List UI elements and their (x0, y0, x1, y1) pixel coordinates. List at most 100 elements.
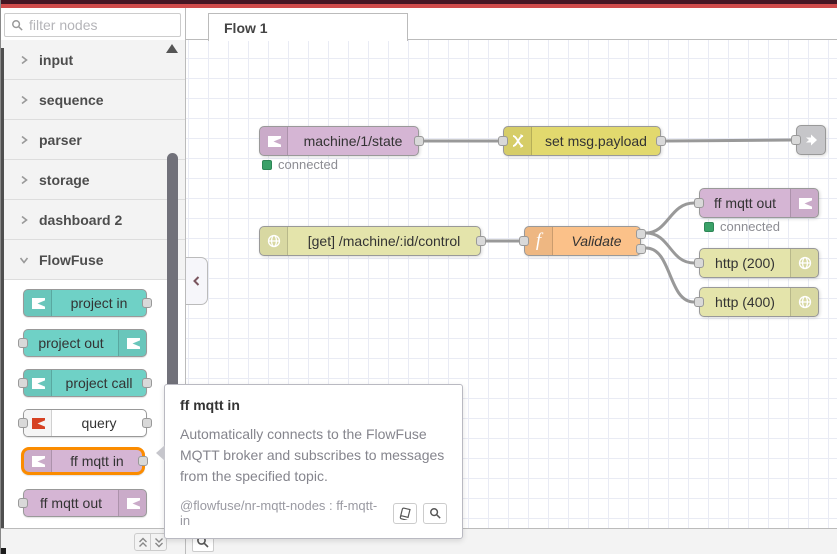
palette-node-label: query (81, 415, 117, 431)
ff-mqtt-icon (260, 127, 288, 155)
node-link-out[interactable] (791, 125, 826, 155)
query-icon (24, 410, 52, 436)
node-function-validate[interactable]: f Validate (519, 226, 646, 256)
node-label: Validate (571, 233, 622, 249)
chevron-right-icon (21, 175, 28, 184)
input-port[interactable] (519, 236, 529, 246)
node-label: [get] /machine/:id/control (307, 233, 461, 249)
magnifier-icon (429, 507, 441, 519)
search-icon (12, 19, 23, 31)
palette-node-project-call[interactable]: project call (18, 369, 152, 397)
palette-scroll-up-icon[interactable] (166, 44, 178, 53)
node-status: connected (704, 219, 780, 234)
node-mqtt-in-machine-state[interactable]: machine/1/state (259, 126, 424, 156)
chevron-down-icon (19, 257, 29, 264)
ff-mqtt-icon (24, 450, 52, 472)
filter-nodes-box (4, 13, 181, 37)
category-label: parser (39, 131, 82, 148)
input-port[interactable] (694, 258, 704, 268)
palette-node-label: project out (38, 335, 104, 351)
ff-mqtt-icon (118, 490, 146, 516)
input-port[interactable] (498, 136, 508, 146)
globe-icon (260, 227, 288, 255)
node-http-response-200[interactable]: http (200) (694, 248, 819, 278)
window-corner (1, 548, 6, 554)
chevron-right-icon (21, 135, 28, 144)
chevron-left-icon (193, 276, 200, 286)
tab-label: Flow 1 (224, 19, 268, 36)
chevron-right-icon (21, 215, 28, 224)
tooltip-footer: @flowfuse/nr-mqtt-nodes : ff-mqtt-in (180, 498, 447, 528)
node-label: ff mqtt out (714, 195, 776, 211)
node-status: connected (262, 157, 338, 172)
wire[interactable] (645, 246, 695, 304)
palette-category-flowfuse[interactable]: FlowFuse (1, 240, 185, 280)
node-change-set-payload[interactable]: set msg.payload (498, 126, 666, 156)
palette-category-storage[interactable]: storage (1, 160, 185, 200)
input-port[interactable] (791, 135, 801, 145)
output-port (142, 378, 152, 388)
function-icon: f (525, 227, 553, 255)
node-label: http (400) (715, 294, 775, 310)
tooltip-arrow (156, 445, 165, 461)
output-port[interactable] (656, 136, 666, 146)
wire[interactable] (645, 201, 695, 235)
palette-left-scroll-edge (1, 48, 4, 536)
find-in-palette-button[interactable] (423, 502, 447, 524)
wire[interactable] (665, 138, 792, 143)
palette-node-label: ff mqtt in (70, 453, 124, 469)
output-port[interactable] (414, 136, 424, 146)
input-port (18, 338, 28, 348)
category-label: input (39, 51, 74, 68)
input-port (18, 498, 28, 508)
tooltip-module-id: @flowfuse/nr-mqtt-nodes : ff-mqtt-in (180, 498, 378, 528)
collapse-all-categories-button[interactable] (134, 533, 151, 551)
node-info-tooltip: ff mqtt in Automatically connects to the… (156, 384, 463, 539)
palette-toggle-flap[interactable] (186, 257, 208, 305)
tab-flow1[interactable]: Flow 1 (208, 13, 408, 41)
flowfuse-project-icon (24, 370, 52, 396)
workspace-tabbar: Flow 1 (186, 8, 837, 41)
palette-node-project-in[interactable]: project in (23, 289, 152, 317)
palette-node-query[interactable]: query (18, 409, 152, 437)
palette-node-list: project in project out project call quer… (1, 280, 185, 528)
palette-category-input[interactable]: input (1, 40, 185, 80)
output-port (138, 456, 148, 466)
double-chevron-up-icon (138, 537, 147, 547)
globe-icon (790, 288, 818, 316)
category-label: storage (39, 171, 90, 188)
filter-nodes-input[interactable] (29, 17, 174, 33)
palette-node-ff-mqtt-in[interactable]: ff mqtt in (21, 447, 148, 475)
flowfuse-project-icon (24, 290, 52, 316)
tooltip-description: Automatically connects to the FlowFuse M… (180, 426, 445, 484)
palette-node-ff-mqtt-out[interactable]: ff mqtt out (18, 489, 147, 517)
node-label: machine/1/state (303, 133, 403, 149)
palette-category-dashboard2[interactable]: dashboard 2 (1, 200, 185, 240)
input-port[interactable] (694, 198, 704, 208)
node-ff-mqtt-out[interactable]: ff mqtt out (694, 188, 819, 218)
palette-node-label: ff mqtt out (40, 495, 102, 511)
input-port (18, 378, 28, 388)
output-port-2[interactable] (636, 244, 646, 254)
open-docs-button[interactable] (393, 502, 417, 524)
category-label: dashboard 2 (39, 211, 123, 228)
book-icon (399, 507, 411, 520)
input-port (18, 418, 28, 428)
node-red-window: input sequence parser storage dashboard … (0, 0, 837, 554)
status-text: connected (278, 157, 338, 172)
output-port-1[interactable] (636, 229, 646, 239)
palette-node-label: project in (70, 295, 128, 311)
double-chevron-down-icon (154, 537, 163, 547)
status-dot-green (262, 159, 272, 170)
output-port[interactable] (476, 236, 486, 246)
node-http-in-machine-control[interactable]: [get] /machine/:id/control (259, 226, 486, 256)
palette-category-sequence[interactable]: sequence (1, 80, 185, 120)
palette-category-parser[interactable]: parser (1, 120, 185, 160)
palette-node-project-out[interactable]: project out (18, 329, 147, 357)
output-port (142, 298, 152, 308)
node-http-response-400[interactable]: http (400) (694, 287, 819, 317)
output-port (142, 418, 152, 428)
palette-node-label: project call (65, 375, 133, 391)
input-port[interactable] (694, 297, 704, 307)
tooltip-title: ff mqtt in (180, 397, 240, 413)
